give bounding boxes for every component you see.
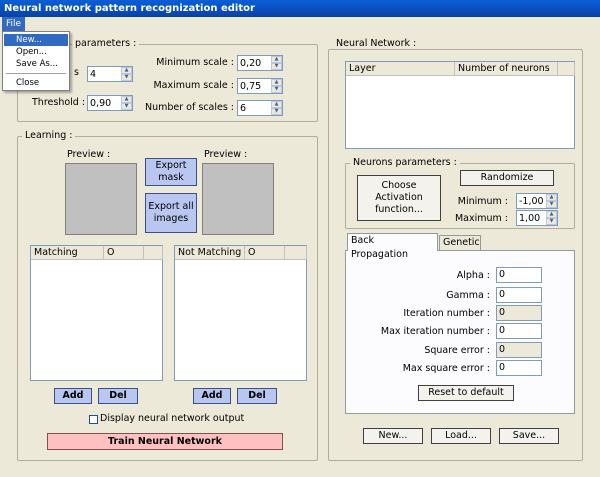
spin-up-icon[interactable]: ▲ [546, 194, 557, 201]
max-scale-value: 0,75 [240, 81, 262, 92]
not-matching-col-o[interactable]: O [245, 246, 285, 260]
max-square-error-label: Max square error : [402, 363, 490, 374]
gamma-label: Gamma : [446, 290, 490, 301]
spin-down-icon[interactable]: ▼ [546, 218, 557, 225]
layers-col-neurons[interactable]: Number of neurons [455, 62, 558, 76]
menu-bar [0, 17, 600, 32]
not-matching-list[interactable]: Not Matching O [174, 245, 307, 381]
max-iteration-number-input[interactable]: 0 [496, 323, 542, 339]
minimum-label: Minimum : [457, 196, 508, 207]
min-scale-spinner[interactable]: 0,20 ▲ ▼ [237, 55, 283, 71]
field1-label: s [74, 67, 79, 78]
network-load-button[interactable]: Load... [431, 428, 491, 444]
maximum-value: 1,00 [519, 213, 541, 224]
min-scale-label: Minimum scale : [156, 57, 234, 68]
matching-list[interactable]: Matching O [30, 245, 163, 381]
spin-up-icon[interactable]: ▲ [271, 56, 282, 63]
max-square-error-input[interactable]: 0 [496, 360, 542, 376]
alpha-input[interactable]: 0 [496, 267, 542, 283]
num-scales-label: Number of scales : [144, 102, 234, 113]
export-mask-button[interactable]: Export mask [145, 158, 197, 186]
iteration-number-label: Iteration number : [403, 308, 490, 319]
iteration-number-field: 0 [496, 305, 542, 321]
layers-col-layer[interactable]: Layer [346, 62, 455, 76]
file-menu-dropdown: New... Open... Save As... Close [2, 31, 70, 91]
network-new-button[interactable]: New... [363, 428, 423, 444]
preview-left-label: Preview : [67, 149, 111, 160]
menu-item-close[interactable]: Close [4, 77, 68, 89]
menu-item-open[interactable]: Open... [4, 46, 68, 58]
randomize-button[interactable]: Randomize [460, 170, 554, 186]
num-scales-value: 6 [240, 103, 247, 114]
spin-up-icon[interactable]: ▲ [546, 211, 557, 218]
layers-list[interactable]: Layer Number of neurons [345, 61, 575, 149]
matching-col-filler [144, 246, 163, 260]
menu-file[interactable]: File [2, 17, 26, 31]
threshold-label: Threshold : [32, 97, 86, 108]
network-save-button[interactable]: Save... [499, 428, 559, 444]
spin-down-icon[interactable]: ▼ [271, 108, 282, 115]
menu-separator [6, 73, 66, 74]
reset-to-default-button[interactable]: Reset to default [418, 385, 514, 401]
choose-activation-button[interactable]: Choose Activation function... [357, 175, 441, 221]
matching-col-o[interactable]: O [104, 246, 144, 260]
neural-network-label: Neural Network : [333, 38, 420, 49]
maximum-label: Maximum : [454, 213, 508, 224]
menu-item-save-as[interactable]: Save As... [4, 58, 68, 70]
tab-back-propagation[interactable]: Back Propagation [347, 233, 438, 260]
not-matching-add-button[interactable]: Add [193, 388, 231, 404]
not-matching-col-name[interactable]: Not Matching [175, 246, 245, 260]
scan-parameters-label: parameters : [72, 38, 140, 49]
window-title: Neural network pattern recognization edi… [0, 0, 600, 17]
minimum-value: -1,00 [519, 196, 544, 207]
threshold-spinner[interactable]: 0,90 ▲ ▼ [87, 95, 133, 111]
maximum-spinner[interactable]: 1,00 ▲ ▼ [516, 210, 558, 226]
spin-down-icon[interactable]: ▼ [271, 63, 282, 70]
learning-label: Learning : [22, 130, 76, 141]
min-scale-value: 0,20 [240, 58, 262, 69]
train-network-button[interactable]: Train Neural Network [47, 433, 283, 450]
display-output-checkbox[interactable] [89, 415, 98, 424]
export-all-images-button[interactable]: Export all images [145, 193, 197, 233]
preview-right-image [202, 163, 274, 235]
spin-up-icon[interactable]: ▲ [121, 67, 132, 74]
not-matching-del-button[interactable]: Del [237, 388, 277, 404]
max-scale-label: Maximum scale : [153, 80, 234, 91]
max-scale-spinner[interactable]: 0,75 ▲ ▼ [237, 78, 283, 94]
threshold-value: 0,90 [90, 98, 112, 109]
spin-up-icon[interactable]: ▲ [271, 79, 282, 86]
display-output-label: Display neural network output [100, 413, 245, 424]
matching-del-button[interactable]: Del [98, 388, 138, 404]
square-error-field: 0 [496, 342, 542, 358]
minimum-spinner[interactable]: -1,00 ▲ ▼ [516, 193, 558, 209]
preview-right-label: Preview : [204, 149, 248, 160]
num-scales-spinner[interactable]: 6 ▲ ▼ [237, 100, 283, 116]
gamma-input[interactable]: 0 [496, 287, 542, 303]
spin-down-icon[interactable]: ▼ [271, 86, 282, 93]
spin-down-icon[interactable]: ▼ [546, 201, 557, 208]
menu-item-new[interactable]: New... [4, 34, 68, 46]
field1-value: 4 [90, 69, 97, 80]
alpha-label: Alpha : [456, 270, 490, 281]
layers-col-filler [558, 62, 575, 76]
matching-col-name[interactable]: Matching [31, 246, 104, 260]
not-matching-col-filler [285, 246, 307, 260]
field1-spinner[interactable]: 4 ▲ ▼ [87, 66, 133, 82]
square-error-label: Square error : [424, 345, 490, 356]
neurons-parameters-label: Neurons parameters : [350, 157, 460, 168]
spin-up-icon[interactable]: ▲ [271, 101, 282, 108]
matching-add-button[interactable]: Add [54, 388, 92, 404]
max-iteration-number-label: Max iteration number : [380, 326, 490, 337]
tab-genetic[interactable]: Genetic [439, 235, 481, 250]
preview-left-image [65, 163, 137, 235]
spin-down-icon[interactable]: ▼ [121, 74, 132, 81]
